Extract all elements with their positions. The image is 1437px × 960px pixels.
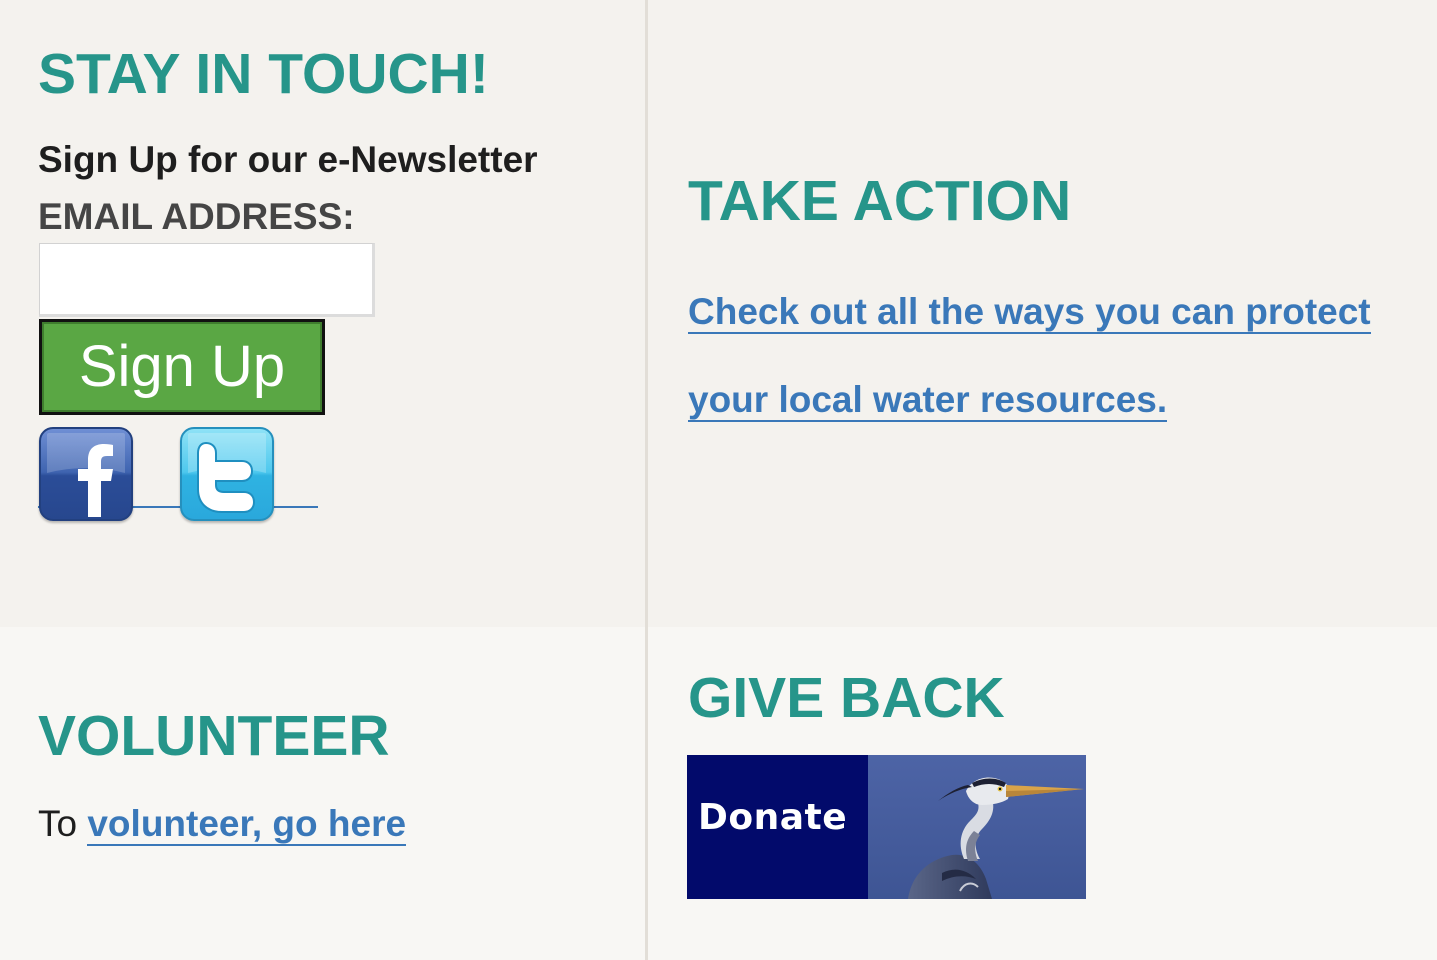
heron-image xyxy=(868,755,1086,899)
facebook-icon xyxy=(47,433,125,517)
take-action-heading: TAKE ACTION xyxy=(688,169,1072,233)
give-back-heading: GIVE BACK xyxy=(688,666,1005,730)
email-address-label: EMAIL ADDRESS: xyxy=(38,196,355,237)
email-field[interactable] xyxy=(39,243,375,317)
protect-water-resources-link[interactable]: Check out all the ways you can protect y… xyxy=(688,291,1371,422)
twitter-icon xyxy=(188,433,266,513)
newsletter-label: Sign Up for our e-Newsletter xyxy=(38,139,538,180)
stay-in-touch-heading: STAY IN TOUCH! xyxy=(38,42,489,106)
volunteer-heading: VOLUNTEER xyxy=(38,704,390,768)
twitter-link[interactable] xyxy=(180,427,274,521)
facebook-link[interactable] xyxy=(39,427,133,521)
donate-button[interactable]: Donate xyxy=(687,755,1086,899)
column-divider xyxy=(645,0,648,960)
volunteer-prefix: To xyxy=(38,803,88,844)
sign-up-button[interactable]: Sign Up xyxy=(39,319,325,415)
volunteer-text: To volunteer, go here xyxy=(38,803,407,846)
volunteer-link[interactable]: volunteer, go here xyxy=(87,803,407,846)
take-action-text: Check out all the ways you can protect y… xyxy=(688,268,1388,444)
volunteer-panel xyxy=(0,627,645,960)
donate-label: Donate xyxy=(698,797,848,838)
donate-label-block: Donate xyxy=(687,755,868,899)
